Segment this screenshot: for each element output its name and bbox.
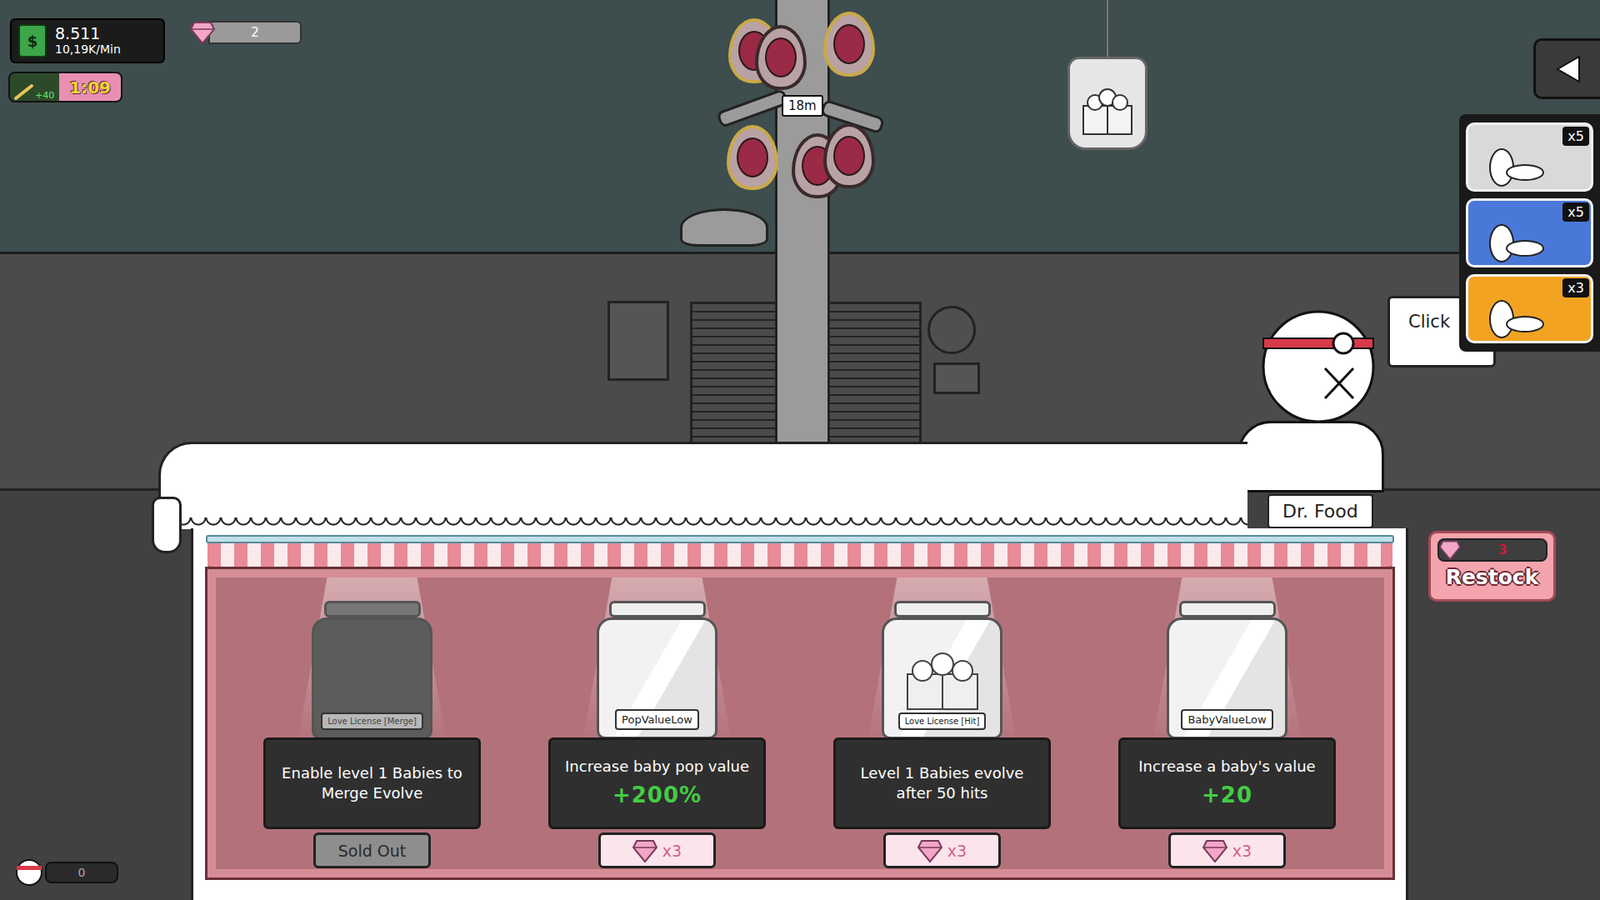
npc-name: Dr. Food	[1267, 494, 1374, 529]
gem-icon	[1439, 540, 1461, 560]
tree-height-label: 18m	[781, 95, 824, 117]
booster-count: x5	[1562, 126, 1590, 146]
back-arrow-icon	[1554, 54, 1583, 85]
snail-figure	[680, 208, 769, 247]
gem-icon	[917, 839, 943, 863]
shop-item: BabyValueLow Increase a baby's value+20x3	[1118, 600, 1336, 870]
baby-egg[interactable]	[726, 125, 779, 190]
item-description: Level 1 Babies evolve after 50 hits	[833, 737, 1051, 830]
booster-panel: x5 x5 x3	[1459, 114, 1600, 352]
shop-item: PopValueLow Increase baby pop value+200%x…	[548, 600, 766, 870]
shop-item: Love License [Merge] Enable level 1 Babie…	[263, 600, 481, 870]
gift-box-icon	[1078, 87, 1137, 138]
booster-figure-icon	[1475, 215, 1550, 265]
player-face-icon	[15, 858, 44, 887]
shop-item: Love License [Hit] Level 1 Babies evolve …	[833, 600, 1051, 870]
item-jar[interactable]: PopValueLow	[596, 600, 718, 740]
item-description: Enable level 1 Babies to Merge Evolve	[263, 737, 481, 830]
buy-button[interactable]: x3	[1168, 832, 1286, 869]
buy-button[interactable]: Sold Out	[313, 832, 431, 869]
timer-value: 1:09	[59, 73, 121, 101]
gem-counter: 2	[190, 21, 302, 44]
counter-cloth	[158, 441, 1248, 530]
item-bonus: +20	[1129, 780, 1325, 810]
game-scene: 18m$8.51110,19K/Min+401:092Clickx5x5x3Dr…	[0, 0, 1600, 900]
gem-icon	[1202, 839, 1228, 863]
item-description: Increase a baby's value+20	[1118, 737, 1336, 830]
boost-amount: +40	[35, 90, 55, 101]
item-jar[interactable]: BabyValueLow	[1166, 600, 1288, 740]
gem-icon	[632, 839, 658, 863]
money-panel: $8.51110,19K/Min	[10, 18, 165, 64]
shop-shelf: Love License [Merge] Enable level 1 Babie…	[207, 569, 1393, 878]
booster-card[interactable]: x5	[1465, 122, 1594, 192]
gem-icon	[190, 20, 215, 45]
buy-button[interactable]: x3	[883, 832, 1001, 869]
back-button[interactable]	[1533, 38, 1600, 100]
wall-certificate	[933, 362, 980, 395]
baby-egg[interactable]	[823, 11, 875, 77]
booster-count: x3	[1562, 278, 1590, 298]
npc-body	[1237, 420, 1385, 493]
wall-clock	[927, 305, 976, 355]
shop: Love License [Merge] Enable level 1 Babie…	[190, 528, 1409, 900]
money-icon: $	[18, 24, 47, 58]
cloth-drape	[151, 496, 182, 554]
money-amount: 8.511	[55, 25, 121, 43]
item-jar[interactable]: Love License [Hit]	[881, 600, 1003, 740]
buy-button[interactable]: x3	[598, 832, 716, 869]
boost-timer[interactable]: +40 1:09	[8, 71, 123, 103]
gift-box-icon	[902, 652, 983, 711]
item-bonus: +200%	[559, 780, 755, 810]
jar-string	[1106, 0, 1109, 59]
hanging-jar[interactable]	[1067, 56, 1148, 150]
money-rate: 10,19K/Min	[55, 42, 121, 57]
restock-cost: 3	[1460, 542, 1546, 558]
item-description: Increase baby pop value+200%	[548, 737, 766, 830]
booster-card[interactable]: x5	[1465, 198, 1594, 268]
wand-icon	[13, 82, 35, 101]
baby-egg[interactable]	[823, 123, 875, 189]
jar-label: PopValueLow	[615, 709, 700, 730]
dr-food-face-icon[interactable]	[1260, 308, 1377, 425]
shop-awning	[207, 543, 1393, 570]
jar-label: Love License [Hit]	[898, 712, 987, 730]
restock-button[interactable]: 3Restock	[1428, 530, 1556, 602]
jar-label: Love License [Merge]	[320, 712, 424, 730]
item-jar[interactable]: Love License [Merge]	[311, 600, 433, 740]
player-level: 0	[15, 858, 119, 887]
booster-figure-icon	[1475, 139, 1550, 190]
jar-label: BabyValueLow	[1180, 709, 1273, 730]
booster-figure-icon	[1475, 290, 1550, 341]
booster-count: x5	[1562, 202, 1590, 222]
wall-picture	[607, 300, 670, 381]
booster-card[interactable]: x3	[1465, 274, 1594, 344]
